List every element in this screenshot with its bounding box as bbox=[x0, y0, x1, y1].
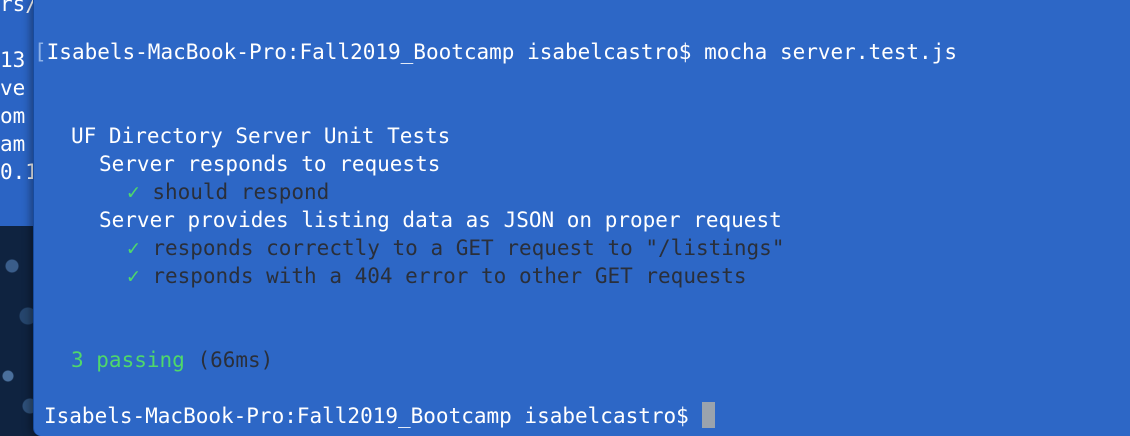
checkmark-icon: ✓ bbox=[127, 236, 140, 260]
background-text-line: ve bbox=[0, 76, 26, 100]
passing-count: 3 passing bbox=[71, 348, 185, 372]
test-group-title: Server responds to requests bbox=[99, 152, 441, 176]
shell-prompt: Isabels-MacBook-Pro:Fall2019_Bootcamp is… bbox=[46, 40, 705, 64]
test-summary: 3 passing (66ms) bbox=[71, 346, 273, 374]
prompt-bracket: [ bbox=[34, 40, 47, 64]
command-line: [Isabels-MacBook-Pro:Fall2019_Bootcamp i… bbox=[34, 38, 957, 66]
suite-title: UF Directory Server Unit Tests bbox=[71, 124, 451, 148]
background-text-line: am bbox=[0, 132, 26, 156]
checkmark-icon: ✓ bbox=[127, 180, 140, 204]
test-name: responds with a 404 error to other GET r… bbox=[152, 264, 747, 288]
test-name: should respond bbox=[152, 180, 330, 204]
elapsed-time: (66ms) bbox=[197, 348, 274, 372]
background-text-line: 13 bbox=[0, 48, 26, 72]
terminal-window[interactable]: [Isabels-MacBook-Pro:Fall2019_Bootcamp i… bbox=[33, 0, 1130, 436]
test-result-line: ✓ responds correctly to a GET request to… bbox=[127, 234, 784, 262]
test-name: responds correctly to a GET request to "… bbox=[152, 236, 785, 260]
text-cursor bbox=[702, 402, 716, 428]
command-text: mocha server.test.js bbox=[704, 40, 957, 64]
background-text-line: om bbox=[0, 104, 26, 128]
checkmark-icon: ✓ bbox=[127, 264, 140, 288]
test-result-line: ✓ should respond bbox=[127, 178, 329, 206]
test-result-line: ✓ responds with a 404 error to other GET… bbox=[127, 262, 747, 290]
shell-prompt: Isabels-MacBook-Pro:Fall2019_Bootcamp is… bbox=[44, 404, 702, 428]
command-line[interactable]: Isabels-MacBook-Pro:Fall2019_Bootcamp is… bbox=[44, 402, 716, 430]
test-group-title: Server provides listing data as JSON on … bbox=[99, 208, 782, 232]
